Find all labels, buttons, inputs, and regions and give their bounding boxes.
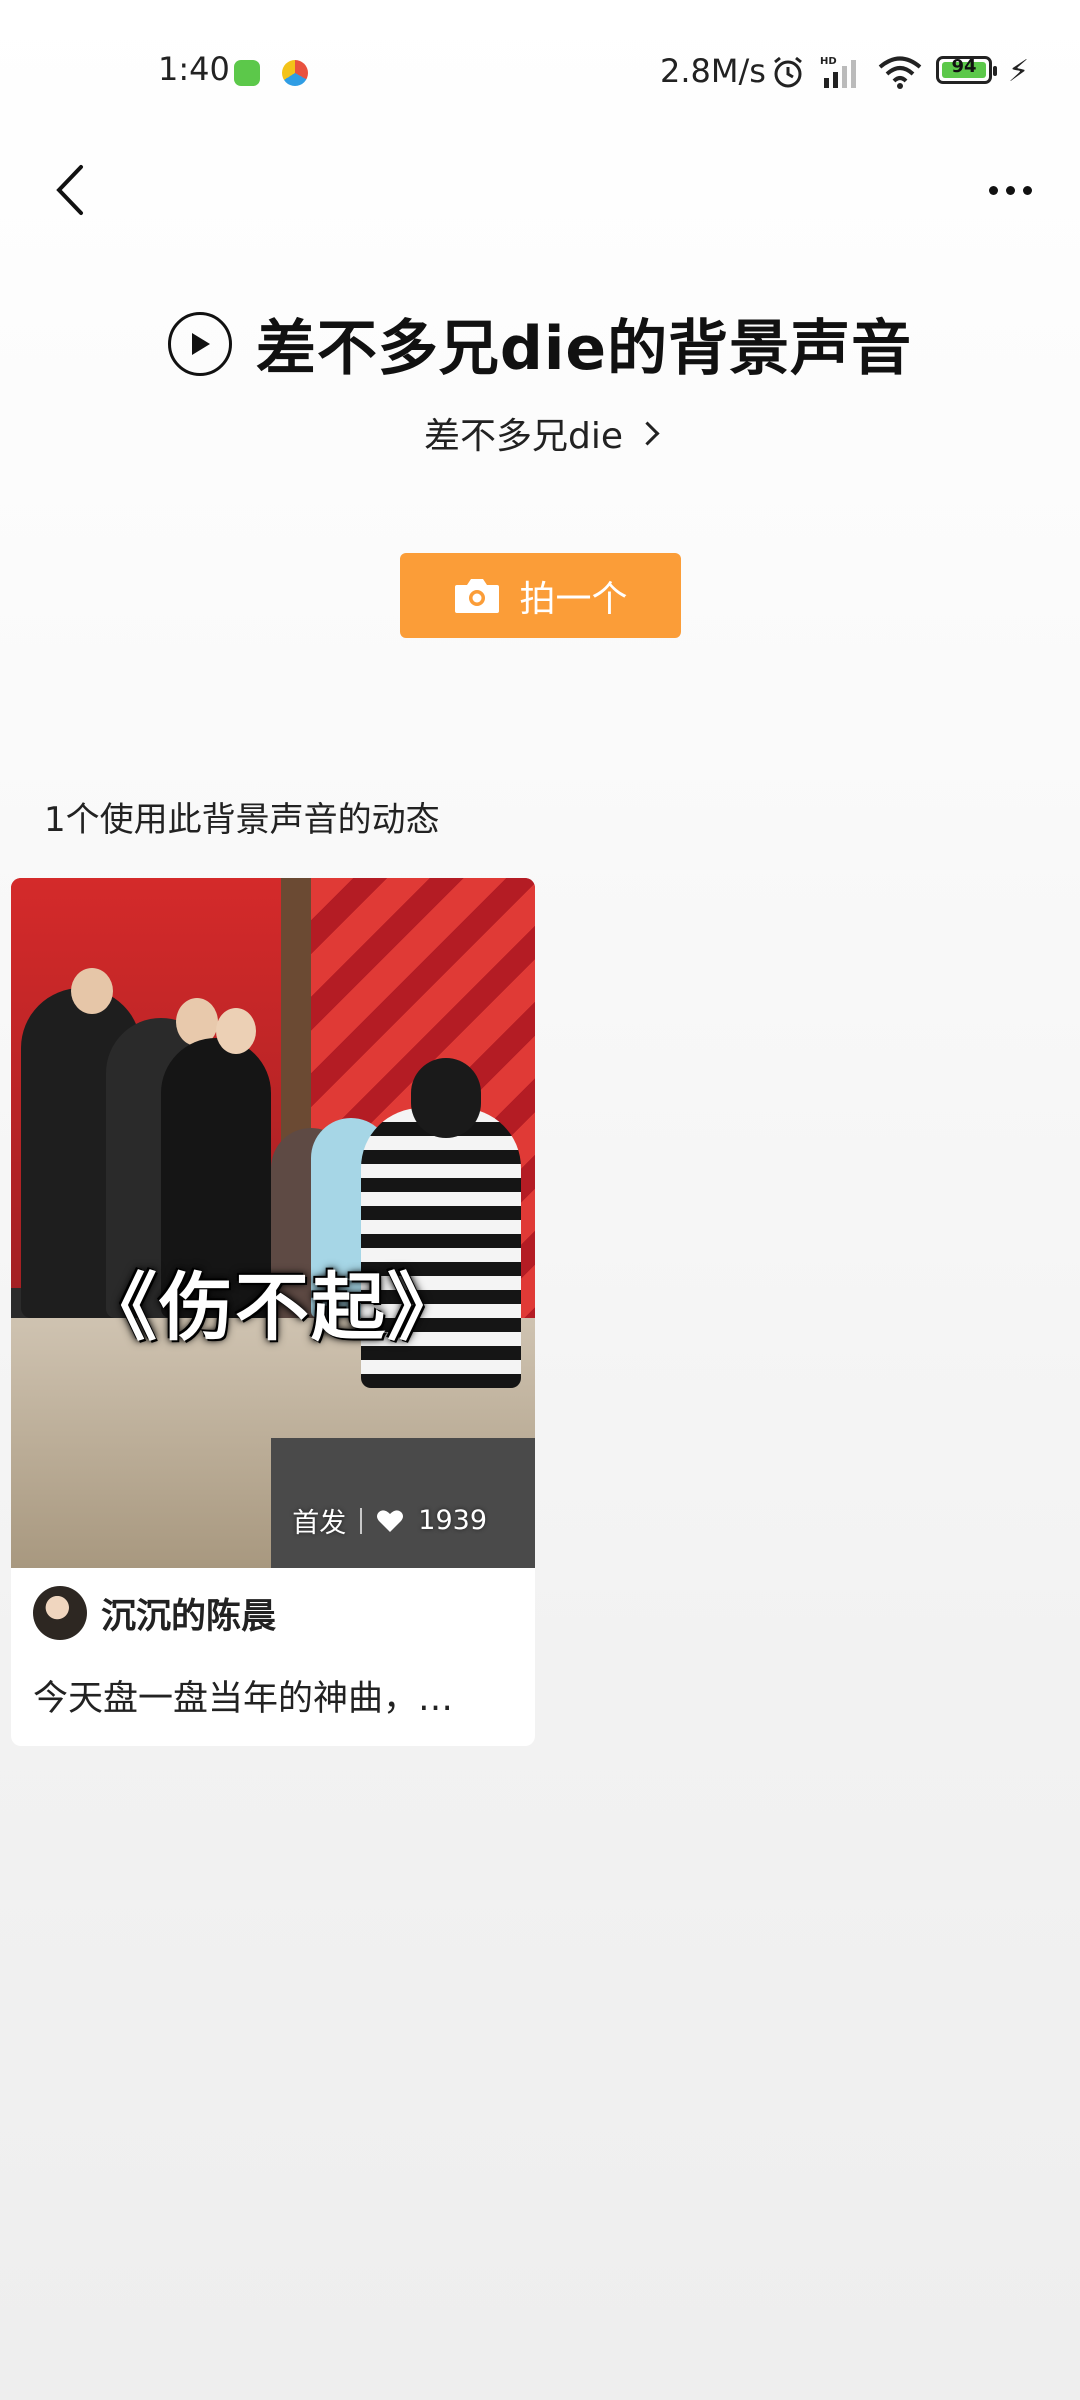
more-horizontal-icon bbox=[988, 185, 998, 195]
status-bar: 1:40 2.8M/s HD 94 ⚡ bbox=[0, 0, 1080, 140]
battery-level: 94 bbox=[951, 56, 977, 77]
first-post-badge: 首发 bbox=[292, 1508, 347, 1539]
sound-header: 差不多兄die的背景声音 差不多兄die bbox=[0, 300, 1080, 459]
chevron-right-icon bbox=[635, 420, 660, 446]
app-notification-icon-2 bbox=[282, 60, 308, 86]
play-icon[interactable] bbox=[167, 311, 232, 376]
app-notification-icon bbox=[234, 60, 260, 86]
network-speed: 2.8M/s bbox=[660, 52, 766, 90]
charging-icon: ⚡ bbox=[1008, 54, 1030, 89]
video-thumbnail[interactable]: 《伤不起》 首发 1939 bbox=[11, 878, 535, 1568]
shoot-button[interactable]: 拍一个 bbox=[400, 553, 681, 638]
wifi-icon bbox=[878, 56, 922, 89]
chevron-left-icon bbox=[56, 165, 83, 215]
more-button[interactable] bbox=[960, 140, 1060, 240]
signal-icon: HD bbox=[820, 56, 856, 88]
back-button[interactable] bbox=[30, 140, 110, 240]
avatar[interactable] bbox=[33, 1586, 87, 1640]
status-time: 1:40 bbox=[158, 50, 230, 88]
post-caption: 今天盘一盘当年的神曲，… bbox=[33, 1679, 454, 1719]
shoot-button-label: 拍一个 bbox=[519, 578, 628, 620]
artist-link[interactable]: 差不多兄die bbox=[0, 407, 1080, 459]
video-meta: 首发 1939 bbox=[292, 1501, 487, 1540]
feed-card[interactable]: 《伤不起》 首发 1939 沉沉的陈晨 今天盘一盘当年的神曲，… bbox=[11, 878, 535, 1746]
alarm-icon bbox=[774, 56, 802, 88]
battery-icon: 94 bbox=[936, 56, 997, 84]
camera-icon bbox=[455, 578, 500, 613]
like-count: 1939 bbox=[418, 1505, 487, 1536]
author-name[interactable]: 沉沉的陈晨 bbox=[101, 1588, 276, 1639]
top-nav bbox=[0, 140, 1080, 260]
video-overlay-title: 《伤不起》 bbox=[83, 1265, 463, 1351]
svg-text:HD: HD bbox=[820, 56, 837, 67]
artist-name: 差不多兄die bbox=[423, 416, 623, 457]
heart-icon bbox=[377, 1509, 404, 1532]
sound-title: 差不多兄die的背景声音 bbox=[255, 314, 913, 384]
author-row[interactable]: 沉沉的陈晨 bbox=[33, 1586, 276, 1640]
status-icons: HD bbox=[770, 52, 922, 92]
feed-count-label: 1个使用此背景声音的动态 bbox=[44, 800, 440, 840]
